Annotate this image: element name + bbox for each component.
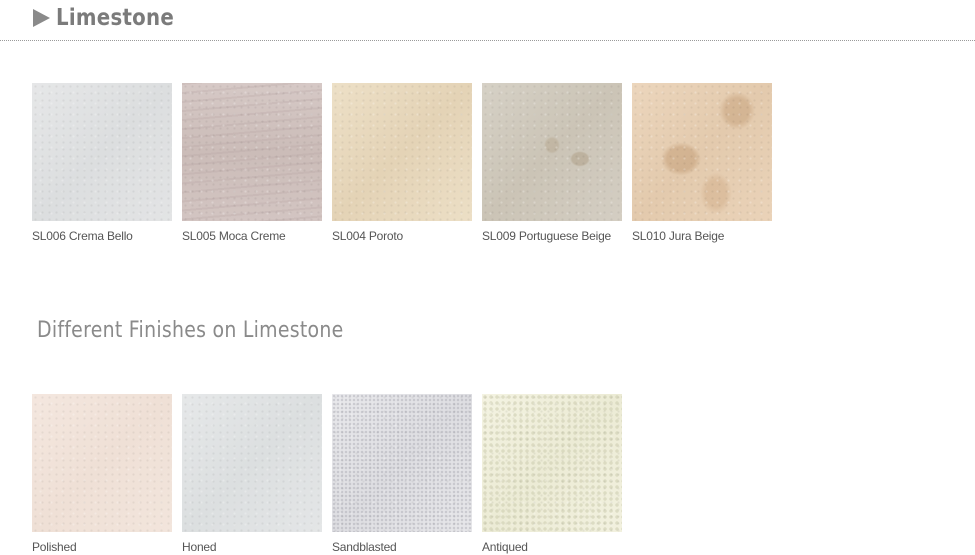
finish-swatch-image[interactable] — [332, 394, 472, 532]
finishes-section-title: Different Finishes on Limestone — [37, 318, 344, 343]
finish-caption[interactable]: Honed — [182, 540, 322, 554]
stone-swatch-image[interactable] — [182, 83, 322, 221]
finish-caption[interactable]: Antiqued — [482, 540, 622, 554]
finish-tile[interactable]: Honed — [182, 394, 322, 554]
stone-tile[interactable]: SL005 Moca Creme — [182, 83, 322, 243]
finish-tile[interactable]: Sandblasted — [332, 394, 472, 554]
section-title: Limestone — [56, 5, 175, 31]
finish-caption[interactable]: Sandblasted — [332, 540, 472, 554]
finish-swatch-image[interactable] — [32, 394, 172, 532]
stone-swatch-image[interactable] — [332, 83, 472, 221]
finish-caption[interactable]: Polished — [32, 540, 172, 554]
stone-caption[interactable]: SL005 Moca Creme — [182, 229, 322, 243]
dotted-divider — [0, 40, 975, 41]
finish-tile[interactable]: Polished — [32, 394, 172, 554]
stone-swatch-image[interactable] — [32, 83, 172, 221]
stone-caption[interactable]: SL004 Poroto — [332, 229, 472, 243]
stone-swatch-image[interactable] — [482, 83, 622, 221]
stone-swatch-image[interactable] — [632, 83, 772, 221]
section-header: Limestone — [33, 4, 193, 32]
stone-caption[interactable]: SL006 Crema Bello — [32, 229, 172, 243]
stone-tile[interactable]: SL010 Jura Beige — [632, 83, 772, 243]
stone-tile[interactable]: SL004 Poroto — [332, 83, 472, 243]
finish-grid: Polished Honed Sandblasted Antiqued — [32, 394, 622, 554]
stone-caption[interactable]: SL009 Portuguese Beige — [482, 229, 622, 243]
stone-caption[interactable]: SL010 Jura Beige — [632, 229, 772, 243]
stone-tile[interactable]: SL006 Crema Bello — [32, 83, 172, 243]
stone-grid: SL006 Crema Bello SL005 Moca Creme SL004… — [32, 83, 772, 243]
finish-tile[interactable]: Antiqued — [482, 394, 622, 554]
finish-swatch-image[interactable] — [482, 394, 622, 532]
arrow-right-icon — [33, 9, 50, 27]
stone-tile[interactable]: SL009 Portuguese Beige — [482, 83, 622, 243]
finish-swatch-image[interactable] — [182, 394, 322, 532]
